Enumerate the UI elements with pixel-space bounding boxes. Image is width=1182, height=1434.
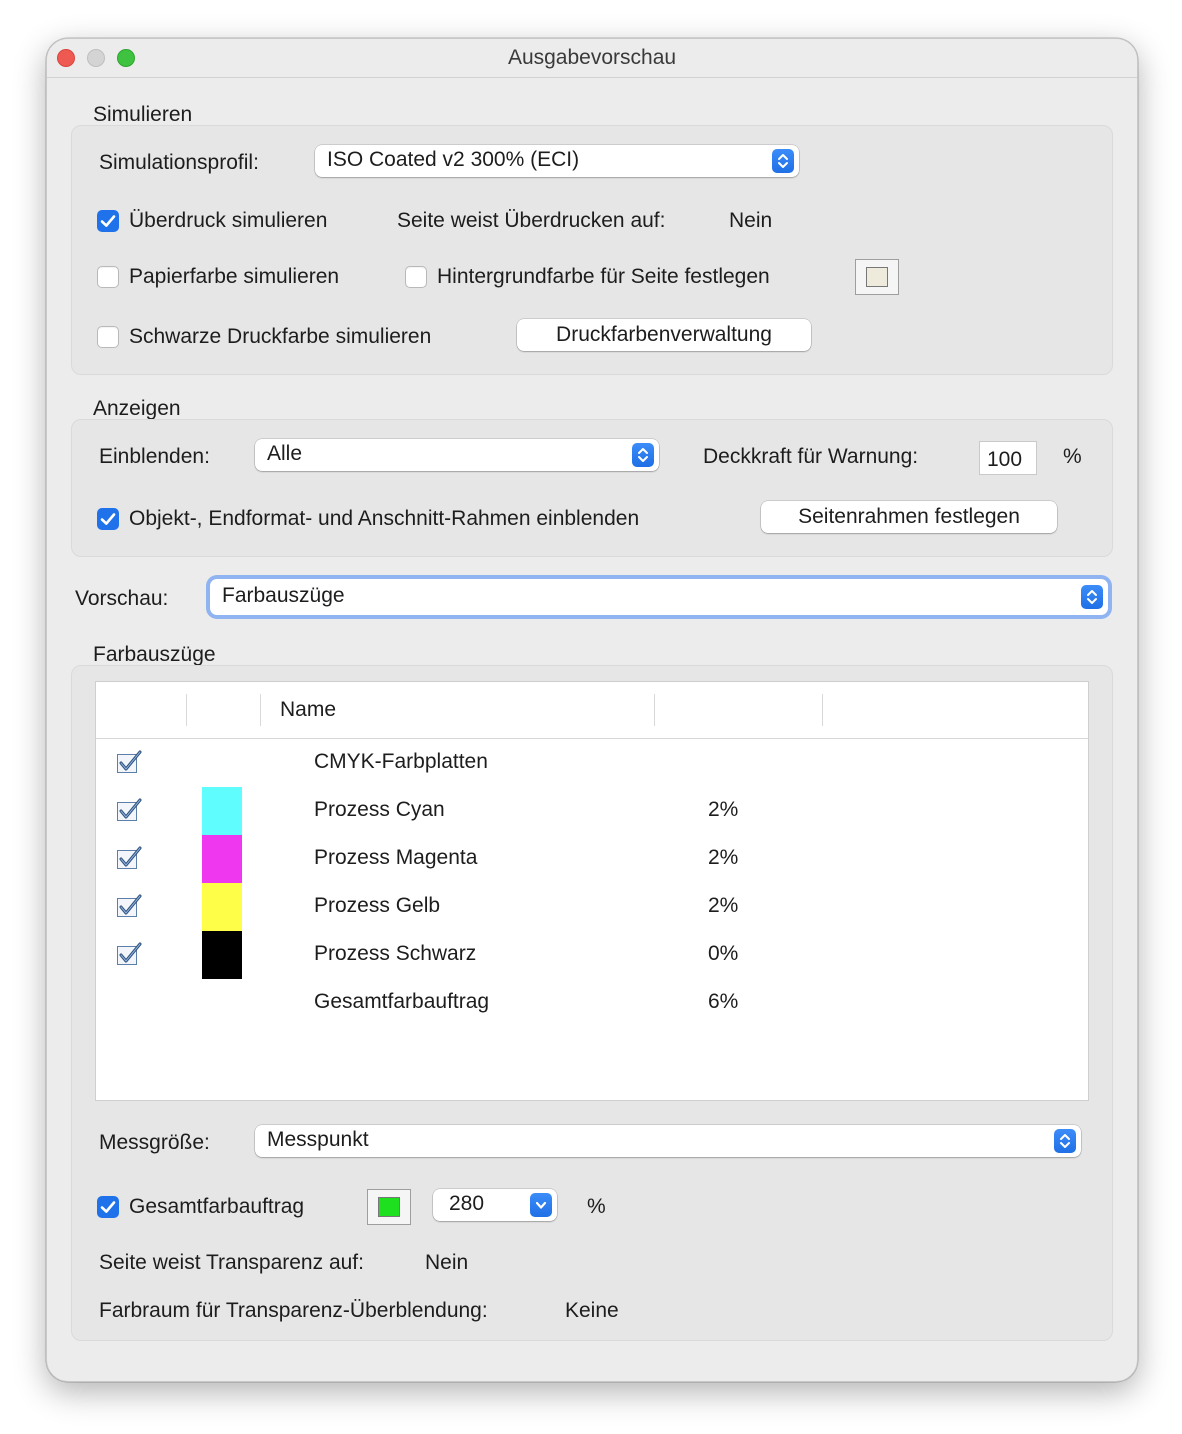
background-color-swatch (866, 267, 888, 287)
checkmark-icon (100, 1201, 116, 1213)
warning-opacity-label: Deckkraft für Warnung: (703, 445, 919, 468)
sample-size-value: Messpunkt (267, 1128, 369, 1151)
ink-manager-button[interactable]: Druckfarbenverwaltung (517, 319, 811, 351)
ink-coverage-value: 2% (708, 846, 739, 869)
row-visibility-checkbox[interactable] (116, 845, 144, 871)
ink-name: Prozess Gelb (314, 894, 441, 917)
black-ink-checkbox[interactable] (97, 326, 119, 348)
chevron-down-icon (530, 1193, 552, 1217)
overprint-checkbox[interactable] (97, 210, 119, 232)
table-row[interactable]: Prozess Schwarz 0% (96, 931, 1088, 979)
ink-coverage-value: 6% (708, 990, 739, 1013)
warning-opacity-value: 100 (987, 448, 1023, 471)
total-coverage-color-well[interactable] (367, 1189, 411, 1225)
overprint-info-label: Seite weist Überdrucken auf: (397, 209, 666, 232)
total-coverage-color-swatch (378, 1197, 400, 1217)
show-value: Alle (267, 442, 303, 465)
table-row[interactable]: Gesamtfarbauftrag 6% (96, 979, 1088, 1027)
preview-popup[interactable]: Farbauszüge (210, 579, 1108, 615)
ink-color-swatch (202, 883, 242, 931)
row-visibility-checkbox[interactable] (116, 893, 144, 919)
window-title: Ausgabevorschau (507, 46, 677, 69)
paper-color-label[interactable]: Papierfarbe simulieren (129, 265, 339, 289)
total-coverage-value: 280 (449, 1192, 485, 1215)
column-separator (260, 694, 261, 726)
total-coverage-label[interactable]: Gesamtfarbauftrag (129, 1195, 304, 1219)
total-coverage-combo[interactable]: 280 (433, 1189, 557, 1221)
simulation-profile-value: ISO Coated v2 300% (ECI) (327, 148, 580, 171)
display-section-heading: Anzeigen (93, 397, 181, 420)
transparency-value: Nein (425, 1251, 469, 1274)
table-header: Name (96, 682, 1088, 739)
ink-color-swatch (202, 835, 242, 883)
background-color-well[interactable] (855, 259, 899, 295)
simulate-section-heading: Simulieren (93, 103, 193, 126)
checkmark-icon (100, 513, 116, 525)
preview-value: Farbauszüge (222, 584, 345, 607)
ink-color-swatch (202, 931, 242, 979)
table-row[interactable]: Prozess Magenta 2% (96, 835, 1088, 883)
table-row[interactable]: Prozess Gelb 2% (96, 883, 1088, 931)
column-header-name[interactable]: Name (280, 698, 336, 722)
checkmark-icon (100, 215, 116, 227)
ink-coverage-value: 2% (708, 894, 739, 917)
blend-space-value: Keine (565, 1299, 619, 1322)
column-separator (822, 694, 823, 726)
row-visibility-checkbox[interactable] (116, 797, 144, 823)
ink-name: Prozess Cyan (314, 798, 445, 821)
ink-coverage-value: 2% (708, 798, 739, 821)
total-coverage-checkbox[interactable] (97, 1196, 119, 1218)
popup-arrows-icon (1054, 1129, 1076, 1153)
ink-name: Gesamtfarbauftrag (314, 990, 490, 1013)
table-row[interactable]: Prozess Cyan 2% (96, 787, 1088, 835)
preview-label: Vorschau: (75, 587, 169, 610)
show-label: Einblenden: (99, 445, 210, 468)
title-bar: Ausgabevorschau (47, 39, 1137, 78)
background-color-label[interactable]: Hintergrundfarbe für Seite festlegen (437, 265, 770, 289)
page-boxes-button[interactable]: Seitenrahmen festlegen (761, 501, 1057, 533)
separations-section-heading: Farbauszüge (93, 643, 216, 666)
ink-name: Prozess Magenta (314, 846, 478, 869)
warning-opacity-field[interactable]: 100 (979, 441, 1037, 475)
row-visibility-checkbox[interactable] (116, 941, 144, 967)
paper-color-checkbox[interactable] (97, 266, 119, 288)
transparency-label: Seite weist Transparenz auf: (99, 1251, 364, 1274)
column-separator (654, 694, 655, 726)
popup-arrows-icon (632, 443, 654, 467)
blend-space-label: Farbraum für Transparenz-Überblendung: (99, 1299, 488, 1322)
black-ink-label[interactable]: Schwarze Druckfarbe simulieren (129, 325, 431, 349)
simulation-profile-label: Simulationsprofil: (99, 151, 259, 174)
separations-table: Name CMYK-Farbplatten Prozess Cyan 2% Proze… (95, 681, 1089, 1101)
sample-size-label: Messgröße: (99, 1131, 210, 1154)
ink-name: CMYK-Farbplatten (314, 750, 488, 773)
popup-arrows-icon (772, 149, 794, 173)
column-separator (186, 694, 187, 726)
total-coverage-unit: % (587, 1195, 606, 1218)
popup-arrows-icon (1081, 585, 1103, 609)
frames-checkbox[interactable] (97, 508, 119, 530)
ink-coverage-value: 0% (708, 942, 739, 965)
table-row[interactable]: CMYK-Farbplatten (96, 739, 1088, 787)
ink-color-swatch (202, 787, 242, 835)
background-color-checkbox[interactable] (405, 266, 427, 288)
ink-name: Prozess Schwarz (314, 942, 477, 965)
overprint-label[interactable]: Überdruck simulieren (129, 209, 327, 233)
row-visibility-checkbox[interactable] (116, 749, 144, 775)
frames-label[interactable]: Objekt-, Endformat- und Anschnitt-Rahmen… (129, 507, 639, 531)
overprint-info-value: Nein (729, 209, 773, 232)
show-popup[interactable]: Alle (255, 439, 659, 471)
warning-opacity-unit: % (1063, 445, 1082, 468)
simulation-profile-popup[interactable]: ISO Coated v2 300% (ECI) (315, 145, 799, 177)
output-preview-window: Ausgabevorschau Simulieren Simulationspr… (46, 38, 1138, 1382)
sample-size-popup[interactable]: Messpunkt (255, 1125, 1081, 1157)
